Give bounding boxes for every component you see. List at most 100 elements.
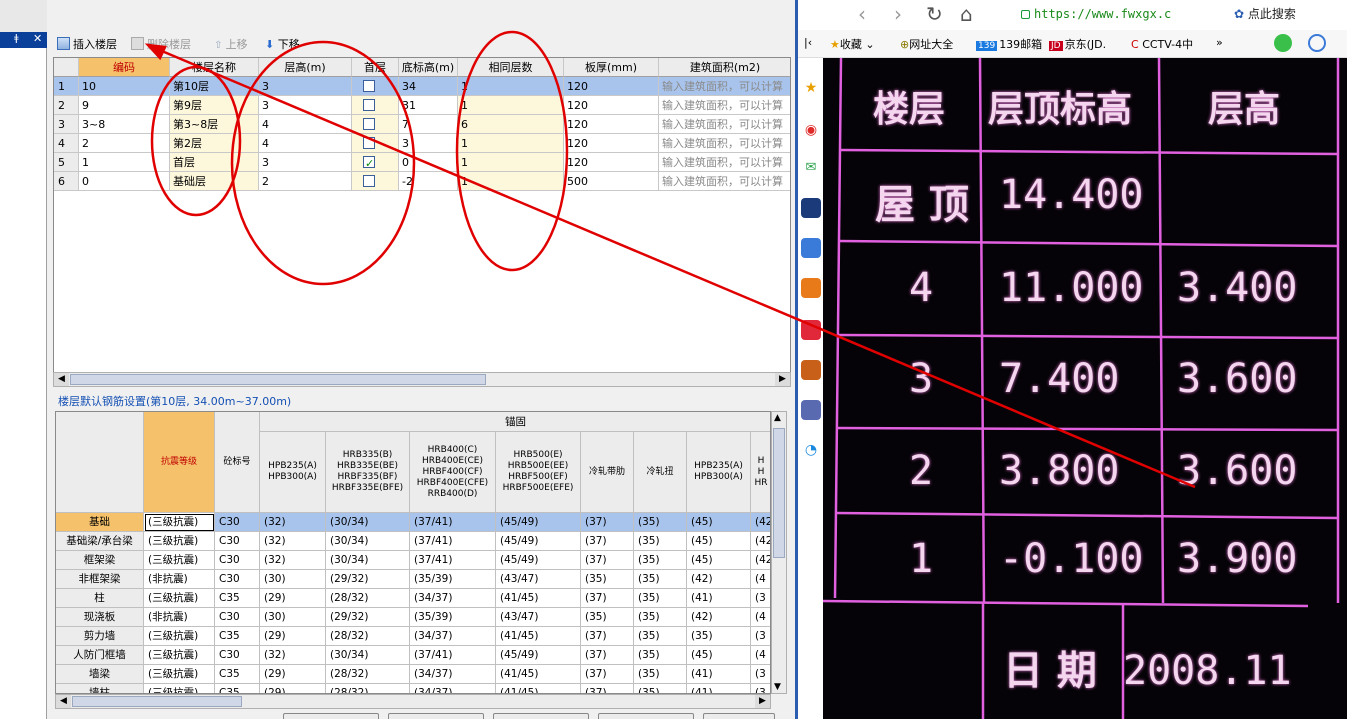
first-floor-checkbox[interactable] [363, 80, 375, 92]
steel-row-name[interactable]: 墙梁 [56, 665, 144, 684]
column-header-hpb[interactable]: HPB235(A) HPB300(A) [260, 432, 326, 513]
steel-cell-hrb400[interactable]: (37/41) [410, 513, 496, 532]
steel-cell-hrb500[interactable]: (41/45) [496, 684, 581, 693]
mail-icon[interactable]: ✉ [801, 158, 821, 178]
steel-cell-concrete[interactable]: C30 [215, 551, 260, 570]
steel-cell-hrb400[interactable]: (37/41) [410, 532, 496, 551]
floor-cell-same[interactable]: 1 [458, 134, 564, 153]
doc-icon[interactable] [801, 238, 821, 258]
floor-row[interactable]: 2 9 第9层 3 31 1 120 输入建筑面积，可以计算 [54, 96, 790, 115]
steel-row-name[interactable]: 基础 [56, 513, 144, 532]
column-header-hpb-2[interactable]: HPB235(A) HPB300(A) [687, 432, 751, 513]
steel-cell-concrete[interactable]: C35 [215, 627, 260, 646]
search-button[interactable]: ✿ 点此搜索 [1234, 3, 1347, 25]
steel-cell-ribbed[interactable]: (37) [581, 627, 634, 646]
floor-cell-height[interactable]: 4 [259, 134, 352, 153]
steel-cell-hrb400[interactable]: (34/37) [410, 627, 496, 646]
close-icon[interactable]: ✕ [33, 32, 42, 45]
steel-cell-hpb[interactable]: (32) [260, 532, 326, 551]
insert-floor-button[interactable]: 插入楼层 [57, 37, 117, 53]
steel-cell-hrb335[interactable]: (28/32) [326, 665, 410, 684]
steel-cell-hpb2[interactable]: (42) [687, 570, 751, 589]
floor-cell-code[interactable]: 10 [79, 77, 170, 96]
steel-cell-concrete[interactable]: C35 [215, 589, 260, 608]
floor-row[interactable]: 4 2 第2层 4 3 1 120 输入建筑面积，可以计算 [54, 134, 790, 153]
steel-cell-hpb2[interactable]: (45) [687, 551, 751, 570]
floor-cell-code[interactable]: 0 [79, 172, 170, 191]
scroll-thumb[interactable] [773, 428, 785, 558]
cloud-icon[interactable]: ◔ [801, 440, 821, 460]
scroll-right-icon[interactable]: ▶ [755, 695, 770, 708]
dialog-button-1[interactable] [283, 713, 379, 719]
steel-row-name[interactable]: 柱 [56, 589, 144, 608]
bookmark-nav[interactable]: ⊕网址大全 [900, 36, 953, 52]
floor-row[interactable]: 6 0 基础层 2 -2 1 500 输入建筑面积，可以计算 [54, 172, 790, 191]
floor-cell-base[interactable]: -2 [399, 172, 458, 191]
weibo-icon[interactable]: ◉ [801, 120, 821, 140]
move-up-button[interactable]: ⇧ 上移 [214, 37, 248, 53]
floor-cell-same[interactable]: 1 [458, 96, 564, 115]
scene-icon[interactable] [801, 400, 821, 420]
steel-cell-hpb[interactable]: (29) [260, 589, 326, 608]
steel-row-name[interactable]: 基础梁/承台梁 [56, 532, 144, 551]
steel-cell-ribbed[interactable]: (35) [581, 570, 634, 589]
steel-cell-hrb335[interactable]: (30/34) [326, 513, 410, 532]
steel-row-name[interactable]: 墙柱 [56, 684, 144, 693]
steel-cell-hrb335[interactable]: (30/34) [326, 551, 410, 570]
steel-cell-hpb2[interactable]: (41) [687, 684, 751, 693]
steel-cell-hpb2[interactable]: (41) [687, 589, 751, 608]
scroll-thumb[interactable] [70, 374, 486, 385]
star-icon[interactable]: ★ [801, 78, 821, 98]
steel-cell-extra[interactable]: (4 [751, 570, 770, 589]
floor-cell-slab[interactable]: 120 [564, 96, 659, 115]
steel-cell-hrb335[interactable]: (29/32) [326, 608, 410, 627]
steel-cell-hpb[interactable]: (32) [260, 551, 326, 570]
home-icon[interactable]: ⌂ [960, 2, 973, 26]
floor-row[interactable]: 51首层301120输入建筑面积，可以计算 [54, 153, 790, 172]
bookmark-favorites[interactable]: ★收藏 ⌄ [830, 36, 875, 52]
steel-cell-hrb500[interactable]: (45/49) [496, 513, 581, 532]
steel-cell-extra[interactable]: (3 [751, 665, 770, 684]
steel-cell-hpb[interactable]: (30) [260, 570, 326, 589]
first-floor-cell[interactable] [352, 172, 399, 191]
column-header[interactable]: 层高(m) [259, 58, 352, 77]
minus-circle-icon[interactable] [1308, 34, 1326, 52]
bookmark-cctv[interactable]: C CCTV-4中 [1131, 36, 1193, 52]
steel-cell-concrete[interactable]: C30 [215, 646, 260, 665]
steel-cell-hrb335[interactable]: (29/32) [326, 570, 410, 589]
steel-cell-hpb[interactable]: (29) [260, 665, 326, 684]
floor-cell-base[interactable]: 3 [399, 134, 458, 153]
steel-cell-hpb[interactable]: (29) [260, 684, 326, 693]
steel-cell-seismic[interactable]: (三级抗震) [144, 551, 215, 570]
steel-cell-twisted[interactable]: (35) [634, 532, 687, 551]
steel-cell-twisted[interactable]: (35) [634, 551, 687, 570]
column-header[interactable]: 相同层数 [458, 58, 564, 77]
move-down-button[interactable]: ⬇ 下移 [265, 37, 300, 53]
floor-cell-height[interactable]: 2 [259, 172, 352, 191]
floor-row[interactable]: 3 3~8 第3~8层 4 7 6 120 输入建筑面积，可以计算 [54, 115, 790, 134]
floor-cell-same[interactable]: 1 [458, 77, 564, 96]
steel-table-hscroll[interactable]: ◀ ▶ [55, 694, 771, 709]
floor-row[interactable]: 1 10 第10层 3 34 1 120 输入建筑面积，可以计算 [54, 77, 790, 96]
steel-cell-hrb500[interactable]: (41/45) [496, 665, 581, 684]
pin-icon[interactable]: ǂ [14, 33, 19, 44]
steel-cell-seismic[interactable]: (三级抗震) [144, 684, 215, 693]
floor-cell-area[interactable]: 输入建筑面积，可以计算 [659, 115, 790, 134]
floor-cell-area[interactable]: 输入建筑面积，可以计算 [659, 96, 790, 115]
first-floor-checkbox[interactable] [363, 137, 375, 149]
steel-cell-twisted[interactable]: (35) [634, 570, 687, 589]
column-header[interactable]: 编码 [79, 58, 170, 77]
steel-cell-seismic[interactable]: (非抗震) [144, 608, 215, 627]
first-floor-cell[interactable] [352, 96, 399, 115]
steel-cell-hrb400[interactable]: (35/39) [410, 608, 496, 627]
wechat-icon[interactable] [1274, 34, 1292, 52]
floor-cell-name[interactable]: 第9层 [170, 96, 259, 115]
steel-cell-twisted[interactable]: (35) [634, 665, 687, 684]
floor-cell-base[interactable]: 0 [399, 153, 458, 172]
steel-cell-seismic[interactable]: (非抗震) [144, 570, 215, 589]
floor-cell-same[interactable]: 1 [458, 172, 564, 191]
steel-cell-concrete[interactable]: C30 [215, 608, 260, 627]
steel-cell-extra[interactable]: (42 [751, 551, 770, 570]
floor-table-hscroll[interactable]: ◀ ▶ [53, 372, 791, 387]
floor-cell-height[interactable]: 3 [259, 96, 352, 115]
